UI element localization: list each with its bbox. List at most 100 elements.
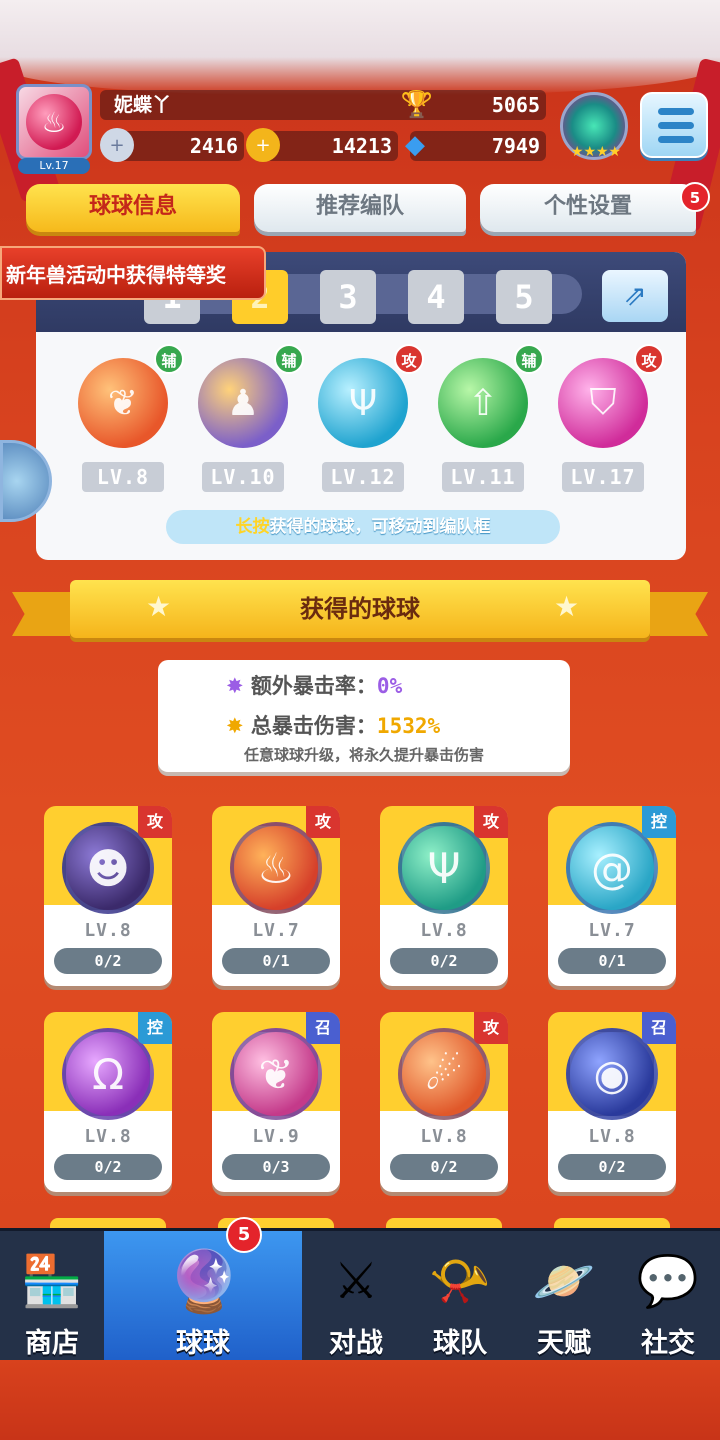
tab-recommended-team[interactable]: 推荐编队 <box>254 184 466 232</box>
ball-level: LV.9 <box>252 1126 300 1147</box>
snow-decoration <box>0 0 720 95</box>
rank-stars-icon: ★★★★ <box>570 144 622 160</box>
planet-icon: 🪐 <box>532 1251 596 1310</box>
total-crit-value: 1532% <box>376 714 441 738</box>
ball-type: 控 <box>642 806 676 838</box>
total-crit-icon: ✸ <box>226 714 244 738</box>
ball-type: 攻 <box>138 806 172 838</box>
ball-level: LV.7 <box>588 920 636 941</box>
team-member-1[interactable]: ❦ 辅 LV.8 <box>72 344 184 492</box>
ball-progress: 0/2 <box>390 948 498 974</box>
nav-label: 对战 <box>329 1328 383 1359</box>
member-level: LV.11 <box>442 462 524 492</box>
ball-level: LV.8 <box>84 1126 132 1147</box>
member-level: LV.17 <box>562 462 644 492</box>
nav-shop[interactable]: 🏪 商店 <box>0 1231 104 1363</box>
coin-count: 14213 <box>331 134 392 158</box>
ball-progress: 0/3 <box>222 1154 330 1180</box>
crit-stats-box: ✸ 额外暴击率：0% ✸ 总暴击伤害：1532% 任意球球升级，将永久提升暴击伤… <box>158 660 570 772</box>
ball-badge: 5 <box>226 1217 262 1253</box>
nav-label: 球队 <box>433 1328 487 1359</box>
ball-level: LV.8 <box>84 920 132 941</box>
role-tag: 攻 <box>394 344 424 374</box>
ball-type: 控 <box>138 1012 172 1044</box>
role-tag: 辅 <box>274 344 304 374</box>
ball-card[interactable]: Ψ 攻 LV.8 0/2 <box>380 806 508 986</box>
ball-progress: 0/2 <box>390 1154 498 1180</box>
ball-card[interactable]: ◉ 召 LV.8 0/2 <box>548 1012 676 1192</box>
ball-icon: 🔮 <box>166 1246 242 1317</box>
nav-label: 商店 <box>25 1328 79 1359</box>
trophy-count: 5065 <box>491 93 540 117</box>
menu-button[interactable] <box>640 92 708 158</box>
ball-card[interactable]: ☻ 攻 LV.8 0/2 <box>44 806 172 986</box>
nav-label: 社交 <box>641 1328 695 1359</box>
team-member-5[interactable]: ⛉ 攻 LV.17 <box>552 344 664 492</box>
share-icon: ⇗ <box>623 279 647 312</box>
fire-orb-icon: ♨ <box>26 94 82 150</box>
coin-plus-icon[interactable]: + <box>246 128 280 162</box>
menu-icon <box>658 108 694 115</box>
ball-level: LV.7 <box>252 920 300 941</box>
ball-progress: 0/2 <box>558 1154 666 1180</box>
ball-level: LV.8 <box>420 920 468 941</box>
role-tag: 辅 <box>514 344 544 374</box>
ball-type: 攻 <box>474 806 508 838</box>
team-slot-4[interactable]: 4 <box>408 270 464 324</box>
nav-battle[interactable]: ⚔ 对战 <box>304 1231 408 1363</box>
ball-type: 召 <box>306 1012 340 1044</box>
event-banner[interactable]: 新年兽活动中获得特等奖 <box>0 246 266 300</box>
trophy-icon: 🏆 <box>400 90 434 120</box>
diamond-plus-icon[interactable]: ◆ <box>398 128 432 162</box>
ball-card[interactable]: ♨ 攻 LV.7 0/1 <box>212 806 340 986</box>
whistle-icon: 📯 <box>428 1251 492 1310</box>
extra-crit-value: 0% <box>376 674 403 698</box>
stamina-count: 2416 <box>189 134 238 158</box>
team-member-3[interactable]: Ψ 攻 LV.12 <box>312 344 424 492</box>
event-banner-text: 新年兽活动中获得特等奖 <box>6 263 226 287</box>
extra-crit-icon: ✸ <box>226 674 244 698</box>
trident-icon: Ψ <box>318 358 408 448</box>
player-level: Lv.17 <box>18 158 90 174</box>
member-level: LV.8 <box>82 462 164 492</box>
name-bar: 妮蝶丫 5065 <box>100 90 546 120</box>
hint-highlight: 长按 <box>235 517 270 537</box>
chat-heart-icon: 💬 <box>636 1251 700 1310</box>
share-button[interactable]: ⇗ <box>602 270 668 322</box>
team-slot-5[interactable]: 5 <box>496 270 552 324</box>
nav-team[interactable]: 📯 球队 <box>408 1231 512 1363</box>
ball-card[interactable]: ☄ 攻 LV.8 0/2 <box>380 1012 508 1192</box>
stamina-plus-icon[interactable]: + <box>100 128 134 162</box>
shop-icon: 🏪 <box>20 1251 84 1310</box>
ball-card[interactable]: Ω 控 LV.8 0/2 <box>44 1012 172 1192</box>
tab-personal-settings[interactable]: 个性设置 <box>480 184 696 232</box>
member-level: LV.10 <box>202 462 284 492</box>
player-avatar[interactable]: ♨ <box>16 84 92 160</box>
nav-social[interactable]: 💬 社交 <box>616 1231 720 1363</box>
tab-ball-info[interactable]: 球球信息 <box>26 184 240 232</box>
star-icon: ★ <box>146 590 172 623</box>
settings-badge: 5 <box>680 182 710 212</box>
arrow-up-icon: ⇧ <box>438 358 528 448</box>
ball-progress: 0/2 <box>54 948 162 974</box>
bottom-nav: 🏪 商店 🔮 球球 5 ⚔ 对战 📯 球队 🪐 天赋 💬 社交 <box>0 1217 720 1363</box>
ball-card[interactable]: ❦ 召 LV.9 0/3 <box>212 1012 340 1192</box>
star-icon: ★ <box>554 590 580 623</box>
nav-label: 球球 <box>176 1328 230 1359</box>
diamond-count: 7949 <box>491 134 540 158</box>
obtained-banner: 获得的球球 ★ ★ <box>12 580 708 642</box>
drag-hint: 长按获得的球球，可移动到编队框 <box>166 510 560 544</box>
nav-ball[interactable]: 🔮 球球 <box>104 1231 302 1363</box>
member-level: LV.12 <box>322 462 404 492</box>
ball-card[interactable]: @ 控 LV.7 0/1 <box>548 806 676 986</box>
ball-level: LV.8 <box>588 1126 636 1147</box>
team-member-2[interactable]: ♟ 辅 LV.10 <box>192 344 304 492</box>
people-icon: ♟ <box>198 358 288 448</box>
ball-type: 攻 <box>306 806 340 838</box>
ball-type: 攻 <box>474 1012 508 1044</box>
team-member-4[interactable]: ⇧ 辅 LV.11 <box>432 344 544 492</box>
ball-progress: 0/1 <box>558 948 666 974</box>
team-slot-3[interactable]: 3 <box>320 270 376 324</box>
nav-label: 天赋 <box>537 1328 591 1359</box>
nav-talent[interactable]: 🪐 天赋 <box>512 1231 616 1363</box>
